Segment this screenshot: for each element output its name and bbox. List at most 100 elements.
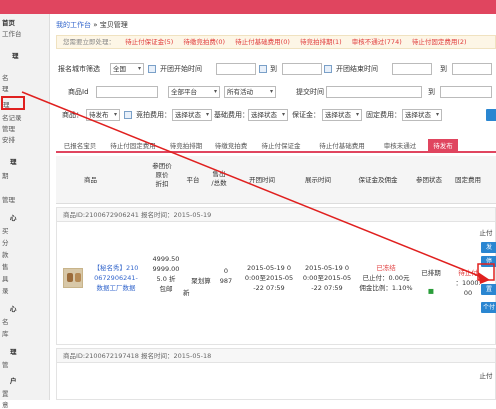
alert-link-fixed-fee[interactable]: 待止付固定费用(2): [412, 38, 467, 46]
col-product: 商品: [84, 176, 97, 184]
col-sold: 售出 /总数: [208, 170, 230, 188]
sidebar-item-workbench[interactable]: 工作台: [2, 28, 22, 38]
submit-time-from-input[interactable]: [326, 86, 422, 98]
submit-time-to-input[interactable]: [440, 86, 492, 98]
tab-pending-fixed-fee[interactable]: 待止付固定费用: [106, 139, 160, 153]
status-text: 已排期: [421, 269, 441, 277]
base-fee-label: 基础费用：: [214, 111, 249, 119]
sidebar-item-home[interactable]: 首页: [2, 17, 15, 27]
action-pay-link[interactable]: 止付: [475, 371, 496, 381]
action-button[interactable]: 停: [481, 256, 496, 267]
table-row: 商品ID:2100672197418 报名时间：2015-05-18 止付: [56, 348, 496, 400]
open-end-from-input[interactable]: [392, 63, 432, 75]
calendar-icon[interactable]: [148, 65, 156, 73]
tab-pending-deposit[interactable]: 待止付保证金: [254, 139, 308, 153]
open-start-to-input[interactable]: [282, 63, 322, 75]
action-button[interactable]: 置: [481, 284, 496, 295]
product-thumbnail[interactable]: [63, 268, 83, 288]
top-header-bar: [0, 0, 496, 14]
bid-fee-label: 竞拍费用：: [136, 111, 171, 119]
deposit-select[interactable]: 选择状态: [322, 109, 362, 121]
sidebar-item[interactable]: 置: [2, 388, 9, 398]
sidebar-item[interactable]: 名记录: [2, 112, 22, 122]
submit-time-label: 提交时间: [296, 88, 324, 96]
sidebar-item[interactable]: 理: [2, 83, 9, 93]
sidebar-item[interactable]: 名: [2, 72, 9, 82]
alert-link-base-fee[interactable]: 待止付基础费用(0): [235, 38, 290, 46]
breadcrumb-home-link[interactable]: 我的工作台: [56, 21, 91, 29]
city-filter-label: 报名城市筛选: [58, 65, 100, 73]
sidebar-item[interactable]: 款: [2, 249, 9, 259]
sidebar-item[interactable]: 意: [2, 399, 9, 409]
row-header: 商品ID:2100672197418 报名时间：2015-05-18: [57, 349, 495, 363]
tab-pending-publish[interactable]: 待发布: [428, 139, 458, 153]
breadcrumb: 我的工作台 » 宝贝管理: [56, 20, 128, 30]
alert-link-bid-fee[interactable]: 待缴竞拍费(0): [183, 38, 225, 46]
sidebar-item[interactable]: 心: [10, 303, 17, 313]
action-pay-link[interactable]: 止付: [475, 228, 496, 238]
product-name-line[interactable]: 【秘名秀】210: [87, 263, 145, 273]
sidebar-item[interactable]: 心: [10, 212, 17, 222]
sidebar-item[interactable]: 理: [10, 346, 17, 356]
city-select[interactable]: 全国: [110, 63, 144, 75]
alert-link-rejected[interactable]: 审核不通过(774): [352, 38, 402, 46]
alert-link-deposit[interactable]: 待止付保证金(5): [125, 38, 173, 46]
sidebar-item[interactable]: 买: [2, 225, 9, 235]
commission-rate: 佣金比例：1.10%: [359, 284, 413, 292]
sidebar-item[interactable]: 期: [2, 170, 9, 180]
tab-rejected[interactable]: 审核未通过: [376, 139, 424, 153]
sidebar-item[interactable]: 库: [2, 328, 9, 338]
tab-pending-schedule[interactable]: 待竞拍排期: [164, 139, 208, 153]
col-price: 参团价 原价 折扣: [146, 162, 178, 189]
open-start-from-input[interactable]: [216, 63, 256, 75]
tab-pending-bid-fee[interactable]: 待缴竞拍费: [210, 139, 252, 153]
col-price-line: 折扣: [155, 180, 169, 188]
search-button[interactable]: [486, 109, 496, 121]
open-end-to-input[interactable]: [452, 63, 492, 75]
sidebar-item[interactable]: 户: [10, 375, 17, 385]
col-platform: 平台: [186, 176, 200, 184]
product-name-line[interactable]: 数据工厂数据: [87, 283, 145, 293]
to-label: 到: [428, 88, 435, 96]
deposit-status: 已冻结: [376, 264, 396, 272]
fixed-fee-select[interactable]: 选择状态: [402, 109, 442, 121]
sidebar-item[interactable]: 安排: [2, 134, 15, 144]
open-time-cell: 2015-05-19 0 0:00至2015-05 -22 07:59: [241, 263, 297, 293]
open-time-line: 2015-05-19 0: [247, 264, 291, 272]
sidebar-item[interactable]: 售: [2, 261, 9, 271]
product-name-line[interactable]: 0672906241-: [87, 273, 145, 283]
fixed-fee-label: 固定费用：: [366, 111, 401, 119]
sidebar-item[interactable]: 录: [2, 285, 9, 295]
col-open-time: 开团时间: [249, 176, 275, 184]
product-name-link[interactable]: 【秘名秀】210 0672906241- 数据工厂数据: [87, 263, 145, 293]
calendar-icon[interactable]: [259, 65, 267, 73]
sidebar-item[interactable]: 管理: [2, 123, 15, 133]
sidebar-item[interactable]: 理: [12, 50, 19, 60]
fixed-fee-amount: ：1000.: [455, 279, 481, 287]
col-sold-line: /总数: [211, 179, 227, 187]
show-time-line: -22 07:59: [311, 284, 343, 292]
action-button[interactable]: 发: [481, 242, 496, 253]
product-status-select[interactable]: 待发布: [86, 109, 120, 121]
sidebar-item[interactable]: 分: [2, 237, 9, 247]
product-id-input[interactable]: [96, 86, 158, 98]
platform-select[interactable]: 全部平台: [168, 86, 220, 98]
sidebar-item[interactable]: 具: [2, 273, 9, 283]
tab-pending-base-fee[interactable]: 待止付基础费用: [312, 139, 372, 153]
sidebar-item-manage[interactable]: 理: [3, 99, 10, 109]
sidebar-item[interactable]: 理: [10, 156, 17, 166]
table-header: 商品 参团价 原价 折扣 平台 售出 /总数 开团时间 展示时间 保证金及佣金 …: [56, 156, 496, 204]
alert-link-schedule[interactable]: 待竞拍排期(1): [300, 38, 342, 46]
sidebar-item[interactable]: 管理: [2, 194, 15, 204]
tab-registered[interactable]: 已报名宝贝: [58, 139, 102, 153]
status-cell: 已排期 ■: [417, 268, 445, 296]
table-row: 商品ID:2100672906241 报名时间：2015-05-19 【秘名秀】…: [56, 207, 496, 345]
sidebar-item[interactable]: 管: [2, 359, 9, 369]
action-button[interactable]: 个付: [481, 302, 496, 313]
base-fee-select[interactable]: 选择状态: [248, 109, 288, 121]
calendar-icon[interactable]: [124, 111, 132, 119]
bid-fee-select[interactable]: 选择状态: [172, 109, 212, 121]
sidebar-item[interactable]: 名: [2, 316, 9, 326]
activity-select[interactable]: 所有活动: [224, 86, 276, 98]
calendar-icon[interactable]: [324, 65, 332, 73]
